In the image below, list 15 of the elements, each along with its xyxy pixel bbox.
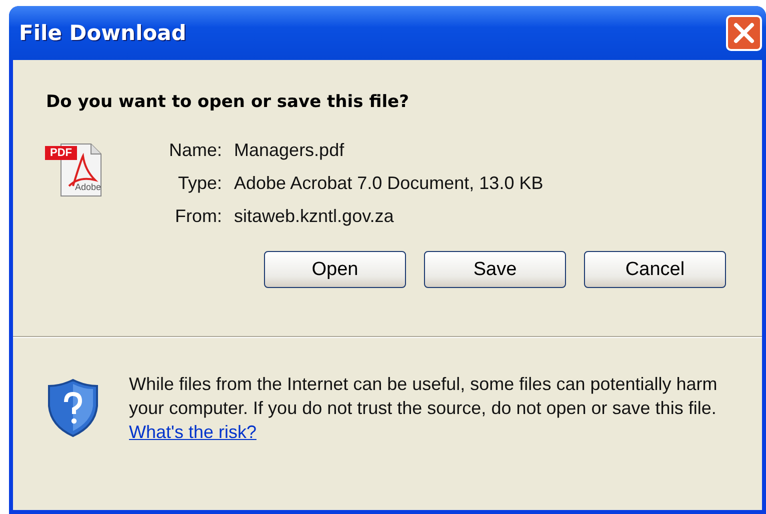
window-title: File Download [19,21,186,45]
dialog-question: Do you want to open or save this file? [46,92,410,112]
dialog-button[interactable]: Cancel [584,251,726,288]
field-value: sitaweb.kzntl.gov.za [234,206,395,227]
security-warning-text: While files from the Internet can be useful, some files can potentially harm your computer. If you do not trust the source, do not open or save this file. What's the risk? [129,373,718,444]
field-value: Managers.pdf [234,140,346,161]
dialog-button[interactable]: Save [424,251,566,288]
field-label: Type: [176,173,222,194]
field-value: Adobe Acrobat 7.0 Document, 13.0 KB [234,173,544,194]
dialog-button[interactable]: Open [264,251,406,288]
risk-link[interactable]: What's the risk? [129,422,256,442]
shield-help-icon [47,378,99,438]
field-label: From: [174,206,222,227]
field-label: Name: [169,140,222,161]
close-icon[interactable] [726,15,762,51]
